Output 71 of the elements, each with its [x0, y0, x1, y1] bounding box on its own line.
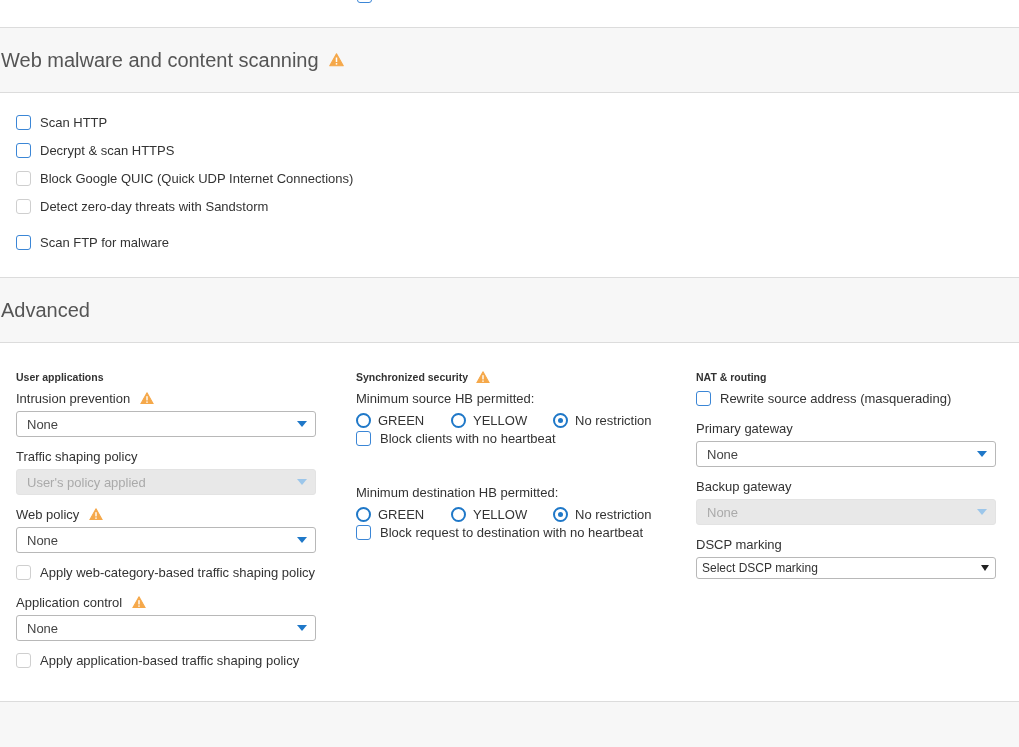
field-label: Primary gateway	[696, 420, 793, 436]
checkbox-label: Scan HTTP	[40, 114, 108, 130]
checkbox-label: Rewrite source address (masquerading)	[720, 390, 952, 406]
checkbox[interactable]	[16, 234, 31, 250]
radio-button[interactable]	[356, 506, 371, 522]
field-label: DSCP marking	[696, 536, 782, 552]
dropdown[interactable]: None	[16, 411, 316, 437]
column-heading: User applications	[16, 371, 104, 383]
checkbox[interactable]	[356, 430, 371, 446]
caret-icon	[297, 625, 307, 631]
section-title: Advanced	[1, 298, 90, 322]
radio-label: YELLOW	[473, 506, 528, 522]
radio-option[interactable]: No restriction	[553, 412, 673, 428]
checkbox-label: Scan FTP for malware	[40, 234, 170, 250]
checkbox-option[interactable]: Block clients with no heartbeat	[356, 429, 696, 447]
radio-label: No restriction	[575, 506, 652, 522]
caret-icon	[981, 565, 989, 571]
checkbox-label: Block clients with no heartbeat	[380, 430, 556, 446]
warning-icon	[89, 507, 104, 521]
field-label: Web policy	[16, 506, 80, 522]
checkbox-label: Block request to destination with no heartbeat	[380, 524, 644, 540]
dropdown[interactable]: Select DSCP marking	[696, 557, 996, 579]
caret-icon	[297, 479, 307, 485]
checkbox[interactable]	[16, 114, 31, 130]
checkbox-option[interactable]: Scan FTP for malware	[16, 233, 1003, 251]
warning-icon	[132, 595, 147, 609]
checkbox[interactable]	[356, 524, 371, 540]
checkbox-label: Detect zero-day threats with Sandstorm	[40, 198, 269, 214]
checkbox-label: Block Google QUIC (Quick UDP Internet Connections)	[40, 170, 354, 186]
checkbox[interactable]	[16, 142, 31, 158]
field-label: Application control	[16, 594, 123, 610]
checkbox-label: Apply application-based traffic shaping policy	[40, 652, 300, 668]
radio-button[interactable]	[451, 506, 466, 522]
field-label: Traffic shaping policy	[16, 448, 138, 464]
column-heading: NAT & routing	[696, 371, 767, 383]
column-heading: Synchronized security	[356, 371, 469, 383]
radio-button[interactable]	[451, 412, 466, 428]
warning-icon	[476, 370, 491, 384]
radio-label: GREEN	[378, 412, 425, 428]
dropdown[interactable]: None	[696, 441, 996, 467]
caret-icon	[977, 509, 987, 515]
checkbox-label: Decrypt & scan HTTPS	[40, 142, 175, 158]
radio-option[interactable]: GREEN	[356, 506, 451, 522]
radio-option[interactable]: No restriction	[553, 506, 673, 522]
radio-option[interactable]: YELLOW	[451, 506, 553, 522]
warning-icon	[140, 391, 155, 405]
radio-option[interactable]: YELLOW	[451, 412, 553, 428]
field-label: Intrusion prevention	[16, 390, 131, 406]
caret-icon	[297, 537, 307, 543]
caret-icon	[297, 421, 307, 427]
checkbox-option[interactable]: Scan HTTP	[16, 113, 1003, 131]
radio-button[interactable]	[356, 412, 371, 428]
checkbox-label: Apply web-category-based traffic shaping policy	[40, 564, 316, 580]
radio-option[interactable]: GREEN	[356, 412, 451, 428]
checkbox-option[interactable]: Block request to destination with no heartbeat	[356, 523, 696, 541]
radio-label: No restriction	[575, 412, 652, 428]
checkbox-option[interactable]: Decrypt & scan HTTPS	[16, 141, 1003, 159]
field-label: Minimum destination HB permitted:	[356, 484, 559, 500]
section-title: Web malware and content scanning	[1, 48, 319, 72]
caret-icon	[977, 451, 987, 457]
field-label: Minimum source HB permitted:	[356, 390, 535, 406]
radio-button[interactable]	[553, 506, 568, 522]
checkbox[interactable]	[696, 390, 711, 406]
radio-button[interactable]	[553, 412, 568, 428]
field-label: Backup gateway	[696, 478, 792, 494]
dropdown[interactable]: None	[16, 527, 316, 553]
radio-label: GREEN	[378, 506, 425, 522]
checkbox-option[interactable]: Rewrite source address (masquerading)	[696, 389, 1018, 407]
dropdown[interactable]: None	[16, 615, 316, 641]
warning-icon	[328, 53, 344, 67]
radio-label: YELLOW	[473, 412, 528, 428]
